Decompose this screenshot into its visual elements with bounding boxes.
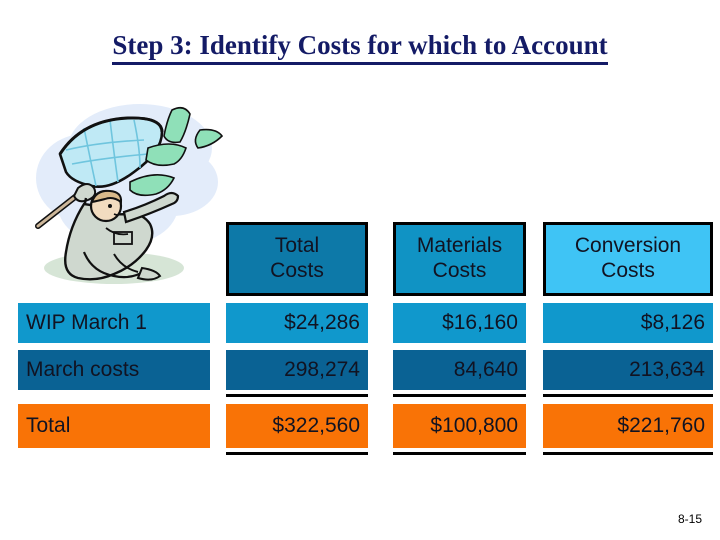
cell-march-costs-conversion: 213,634 (543, 350, 713, 390)
total-rule-total (226, 452, 368, 455)
cell-value: $8,126 (640, 310, 705, 334)
subtotal-rule-conversion (543, 394, 713, 397)
row-label-march-costs-text: March costs (26, 357, 140, 381)
cell-value: 84,640 (453, 357, 518, 381)
cell-wip-march-1-total: $24,286 (226, 303, 368, 343)
column-header-conversion: Conversion Costs (543, 222, 713, 296)
column-header-materials-line1: Materials (416, 234, 503, 258)
cell-march-costs-materials: 84,640 (393, 350, 526, 390)
cell-value: $100,800 (430, 413, 518, 437)
cell-wip-march-1-conversion: $8,126 (543, 303, 713, 343)
row-label-march-costs: March costs (18, 350, 210, 390)
cell-total-total: $322,560 (226, 404, 368, 448)
slide: Step 3: Identify Costs for which to Acco… (0, 0, 720, 540)
row-label-wip-march-1-text: WIP March 1 (26, 310, 147, 334)
row-label-wip-march-1: WIP March 1 (18, 303, 210, 343)
cell-value: 213,634 (629, 357, 705, 381)
column-header-total-line1: Total (274, 234, 320, 258)
subtotal-rule-materials (393, 394, 526, 397)
total-rule-materials (393, 452, 526, 455)
cell-value: $221,760 (617, 413, 705, 437)
cell-total-materials: $100,800 (393, 404, 526, 448)
costs-table: Total Costs Materials Costs Conversion C… (0, 0, 720, 540)
column-header-materials-line2: Costs (432, 259, 487, 282)
column-header-conversion-line1: Conversion (574, 234, 682, 258)
subtotal-rule-total (226, 394, 368, 397)
cell-march-costs-total: 298,274 (226, 350, 368, 390)
page-number: 8-15 (677, 512, 702, 526)
cell-wip-march-1-materials: $16,160 (393, 303, 526, 343)
row-label-total: Total (18, 404, 210, 448)
row-label-total-text: Total (26, 413, 71, 437)
column-header-total-line2: Costs (270, 259, 324, 282)
cell-total-conversion: $221,760 (543, 404, 713, 448)
cell-value: 298,274 (284, 357, 360, 381)
column-header-conversion-line2: Costs (601, 259, 655, 282)
column-header-total: Total Costs (226, 222, 368, 296)
cell-value: $16,160 (442, 310, 518, 334)
cell-value: $24,286 (284, 310, 360, 334)
cell-value: $322,560 (272, 413, 360, 437)
column-header-materials: Materials Costs (393, 222, 526, 296)
total-rule-conversion (543, 452, 713, 455)
